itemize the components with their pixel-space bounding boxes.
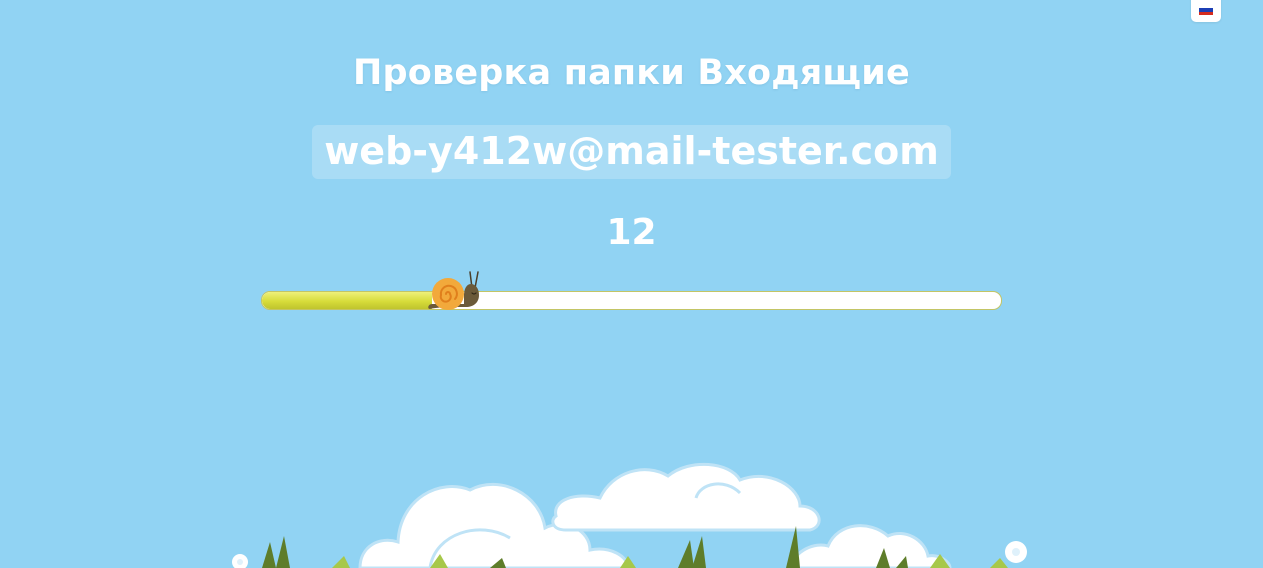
- email-container: web-y412w@mail-tester.com: [0, 125, 1263, 179]
- language-selector[interactable]: [1191, 0, 1221, 22]
- landscape-scenery: [232, 462, 1027, 568]
- progress-bar: [261, 271, 1002, 310]
- russia-flag-icon: [1199, 5, 1213, 15]
- countdown-timer: 12: [606, 212, 657, 253]
- progress-fill: [262, 292, 432, 309]
- page-title: Проверка папки Входящие: [353, 53, 910, 93]
- snail-icon: [428, 271, 479, 310]
- test-email-address[interactable]: web-y412w@mail-tester.com: [312, 125, 951, 179]
